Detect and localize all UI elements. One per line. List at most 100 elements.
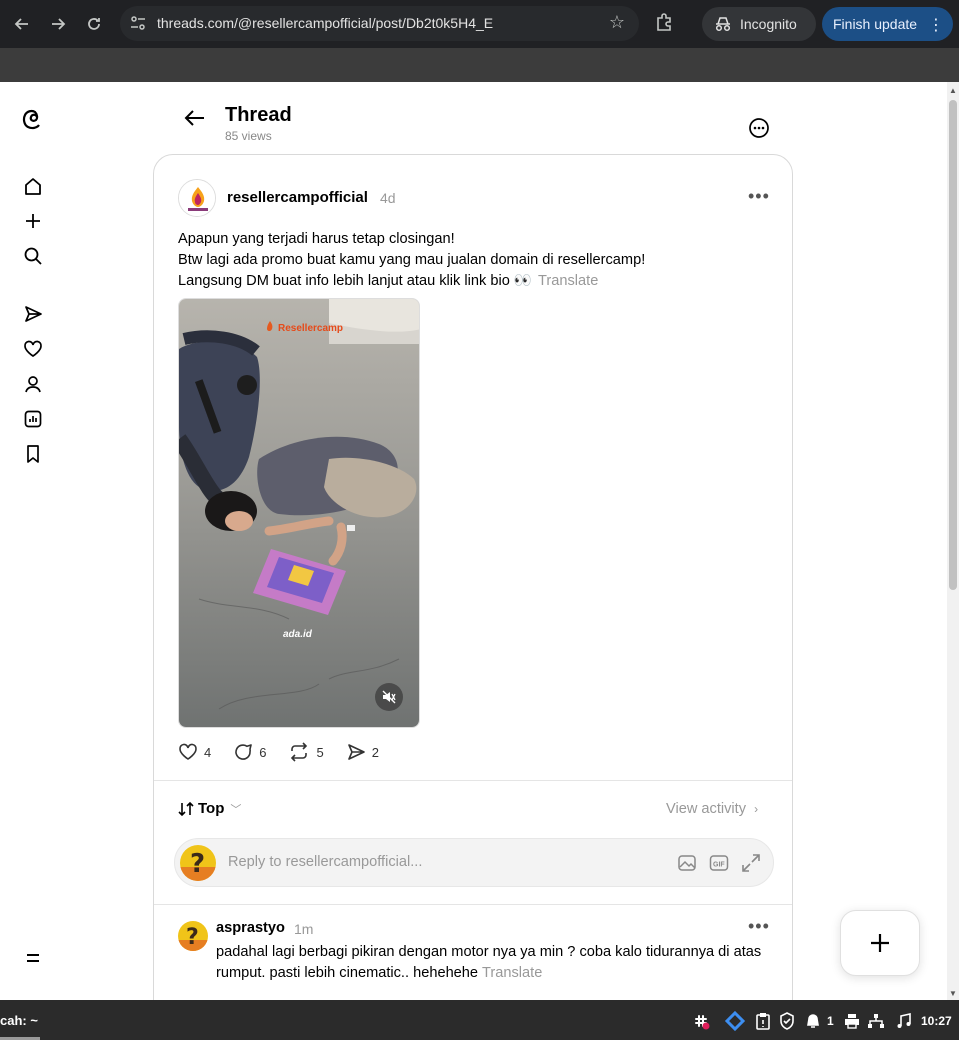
reply-count: 6: [259, 744, 267, 760]
plus-icon: [871, 934, 889, 952]
network-icon[interactable]: [867, 1012, 885, 1030]
divider: [154, 780, 792, 781]
notification-bell-icon[interactable]: [804, 1012, 822, 1030]
like-button[interactable]: 4: [178, 741, 211, 763]
repost-icon: [291, 742, 308, 762]
post-time[interactable]: 4d: [380, 190, 396, 206]
avatar[interactable]: [178, 179, 216, 217]
comment-time[interactable]: 1m: [294, 921, 313, 937]
svg-text:?: ?: [186, 925, 199, 950]
scroll-down-icon[interactable]: ▼: [949, 989, 957, 998]
thread-card: resellercampofficial 4d ••• Apapun yang …: [153, 154, 793, 1000]
comment-body: padahal lagi berbagi pikiran dengan moto…: [216, 942, 772, 984]
back-button[interactable]: [183, 106, 207, 130]
scrollbar-thumb[interactable]: [949, 100, 957, 590]
send-icon[interactable]: [22, 303, 44, 325]
os-taskbar: cah: ~ 1 10:27: [0, 1000, 959, 1040]
kebab-menu-icon[interactable]: ⋮: [928, 15, 944, 35]
incognito-label: Incognito: [740, 16, 797, 32]
post-more-icon[interactable]: •••: [748, 186, 770, 207]
svg-text:GIF: GIF: [713, 862, 725, 869]
bookmark-icon[interactable]: [22, 443, 44, 465]
view-count: 85 views: [225, 129, 272, 143]
view-activity-label: View activity: [666, 801, 747, 817]
sort-label: Top: [198, 800, 225, 817]
gif-icon[interactable]: GIF: [709, 853, 729, 873]
threads-page: Thread 85 views resellercampofficial 4d …: [0, 82, 947, 1000]
threads-logo-icon[interactable]: [22, 107, 44, 130]
comment-username[interactable]: asprastyo: [216, 920, 285, 936]
reply-placeholder: Reply to resellercampofficial...: [228, 854, 423, 870]
new-thread-button[interactable]: [840, 910, 920, 976]
translate-link[interactable]: Translate: [482, 965, 542, 981]
share-button[interactable]: 2: [346, 741, 379, 763]
finish-update-label: Finish update: [833, 16, 918, 32]
scroll-up-icon[interactable]: ▲: [949, 86, 957, 95]
divider: [154, 904, 792, 905]
like-count: 4: [204, 744, 212, 760]
site-settings-icon[interactable]: [129, 14, 147, 32]
repost-button[interactable]: 5: [288, 741, 324, 763]
slack-icon[interactable]: [692, 1012, 710, 1030]
post-line: Langsung DM buat info lebih lanjut atau …: [178, 273, 533, 289]
heart-icon: [179, 743, 197, 760]
menu-icon[interactable]: [22, 947, 44, 969]
incognito-badge[interactable]: Incognito: [702, 7, 816, 41]
sync-icon[interactable]: [724, 1011, 746, 1031]
sort-dropdown[interactable]: Top ﹀: [178, 800, 241, 817]
clock[interactable]: 10:27: [921, 1014, 952, 1028]
clipboard-icon[interactable]: [754, 1012, 772, 1030]
url-text[interactable]: threads.com/@resellercampofficial/post/D…: [157, 15, 493, 31]
terminal-task[interactable]: cah: ~: [0, 1013, 38, 1028]
browser-chrome: threads.com/@resellercampofficial/post/D…: [0, 0, 959, 82]
vpn-shield-icon[interactable]: [778, 1012, 796, 1030]
post-username[interactable]: resellercampofficial: [227, 189, 368, 206]
avatar: ?: [180, 845, 216, 881]
back-arrow-icon[interactable]: [8, 10, 36, 38]
image-icon[interactable]: [677, 853, 697, 873]
chevron-down-icon: ﹀: [230, 803, 242, 816]
reply-input[interactable]: ? Reply to resellercampofficial... GIF: [174, 838, 774, 887]
address-bar[interactable]: threads.com/@resellercampofficial/post/D…: [120, 6, 639, 41]
incognito-icon: [715, 17, 731, 32]
repost-count: 5: [316, 744, 324, 760]
media-brand: Resellercamp: [278, 323, 343, 334]
comment-icon: [235, 744, 253, 760]
more-options-icon[interactable]: [748, 117, 770, 139]
expand-icon[interactable]: [741, 853, 761, 873]
post-actions: 4 6 5 2: [178, 741, 401, 763]
profile-icon[interactable]: [22, 373, 44, 395]
chevron-right-icon: ›: [754, 802, 759, 816]
forward-arrow-icon[interactable]: [44, 10, 72, 38]
reload-icon[interactable]: [80, 10, 108, 38]
media-watermark: ada.id: [283, 629, 313, 640]
post-body: Apapun yang terjadi harus tetap closinga…: [178, 229, 778, 292]
create-plus-icon[interactable]: [22, 210, 44, 232]
svg-text:?: ?: [190, 849, 205, 879]
music-icon[interactable]: [895, 1012, 913, 1030]
post-video[interactable]: Resellercamp ada.id: [178, 298, 420, 728]
view-activity-link[interactable]: View activity ›: [666, 801, 758, 817]
sort-icon: [178, 801, 194, 816]
share-count: 2: [371, 744, 379, 760]
notification-count: 1: [827, 1014, 834, 1028]
post-line: Apapun yang terjadi harus tetap closinga…: [178, 231, 455, 247]
printer-icon[interactable]: [843, 1012, 861, 1030]
send-icon: [347, 744, 365, 760]
search-icon[interactable]: [22, 245, 44, 267]
insights-icon[interactable]: [22, 408, 44, 430]
translate-link[interactable]: Translate: [538, 273, 598, 289]
avatar[interactable]: ?: [178, 921, 208, 951]
post-line: Btw lagi ada promo buat kamu yang mau ju…: [178, 252, 646, 268]
page-title: Thread: [225, 104, 292, 126]
mute-icon[interactable]: [375, 683, 403, 711]
page-scrollbar[interactable]: ▲ ▼: [947, 82, 959, 1000]
browser-toolbar: threads.com/@resellercampofficial/post/D…: [0, 0, 959, 48]
heart-icon[interactable]: [22, 338, 44, 360]
extensions-icon[interactable]: [654, 12, 676, 34]
home-icon[interactable]: [22, 175, 44, 197]
reply-button[interactable]: 6: [233, 741, 266, 763]
comment-more-icon[interactable]: •••: [748, 916, 770, 937]
bookmark-star-icon[interactable]: ☆: [609, 12, 625, 33]
finish-update-button[interactable]: Finish update ⋮: [822, 7, 953, 41]
